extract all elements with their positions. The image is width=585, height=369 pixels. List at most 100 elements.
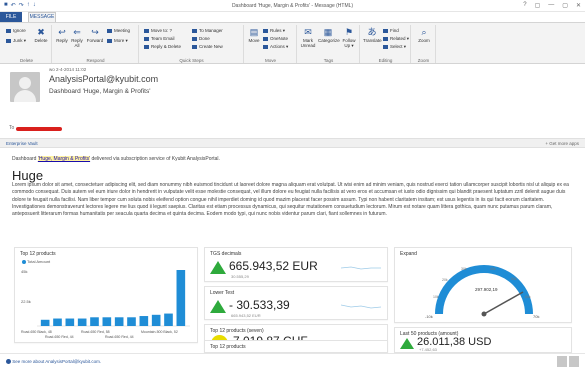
lower-test-value: - 30.533,39 — [229, 298, 290, 312]
gauge-mark-10k: 10k — [433, 295, 439, 299]
redacted-recipient — [16, 127, 62, 131]
apps-bar: Enterprise Vault + Get more apps — [0, 138, 585, 148]
close-button[interactable]: ✕ — [576, 2, 581, 9]
message-subject: Dashboard 'Huge, Margin & Profits' — [49, 88, 151, 95]
up-triangle-icon — [210, 300, 226, 313]
chart-bar — [127, 317, 136, 326]
find-button[interactable]: Find — [383, 28, 399, 33]
forward-button[interactable]: ↪ Forward — [86, 27, 104, 43]
ribbon-tabs: FILE MESSAGE — [0, 12, 585, 22]
quick-step-team-email[interactable]: Team Email — [144, 36, 175, 41]
rules-button[interactable]: Rules ▾ — [263, 28, 285, 34]
related-button[interactable]: Related ▾ — [383, 36, 409, 42]
delete-icon: ✖ — [37, 27, 45, 37]
categorize-button[interactable]: ▦ Categorize — [318, 27, 340, 43]
see-more-link[interactable]: See more about AnalysisPortal@kyubit.com… — [6, 359, 101, 365]
quick-step-reply-delete[interactable]: Reply & Delete — [144, 44, 181, 49]
y-tick-22-5k: 22.5k — [21, 299, 31, 304]
select-button[interactable]: Select ▾ — [383, 44, 406, 50]
x-label-3: Mountain-500 Black, 52 — [141, 330, 178, 334]
follow-up-button[interactable]: ⚑ Follow Up ▾ — [340, 27, 358, 48]
envelope-icon: ✉ — [304, 27, 312, 37]
up-triangle-icon — [400, 338, 414, 349]
reply-all-button[interactable]: ⇐ Reply All — [70, 27, 84, 48]
junk-button[interactable]: Junk ▾ — [6, 38, 26, 44]
gauge-mark-60k: 60k — [525, 295, 531, 299]
get-more-apps-link[interactable]: + Get more apps — [545, 141, 579, 146]
respond-group-label: Respond — [86, 58, 105, 63]
magnifier-icon: ⌕ — [421, 27, 427, 37]
quick-step-done[interactable]: Done — [192, 36, 210, 41]
top12-chart-card: Top 12 products Total Amount 45k 22.5k R… — [14, 247, 198, 343]
gauge-needle — [483, 291, 524, 315]
delete-button[interactable]: ✖ Delete — [34, 27, 48, 43]
last50-card: Last 50 products (amount) 26.011,38 USD … — [394, 327, 572, 353]
maximize-button[interactable]: ▢ — [562, 2, 568, 9]
tags-group-label: Tags — [323, 58, 334, 63]
more-button[interactable]: More ▾ — [107, 38, 128, 44]
last50-subvalue: +7.452,63 — [419, 347, 437, 352]
onenote-button[interactable]: OneNote — [263, 36, 288, 41]
up-triangle-icon — [210, 261, 226, 274]
dashboard-link[interactable]: 'Huge, Margin & Profits' — [37, 156, 91, 162]
enterprise-vault-link[interactable]: Enterprise Vault — [6, 141, 38, 146]
quick-step-create-new[interactable]: Create New — [192, 44, 223, 49]
zoom-button[interactable]: ⌕ Zoom — [417, 27, 431, 43]
reply-button[interactable]: ↩ Reply — [55, 27, 69, 43]
sender-address[interactable]: AnalysisPortal@kyubit.com — [49, 74, 158, 84]
meeting-button[interactable]: Meeting — [107, 28, 130, 33]
delete-group: Ignore Junk ▾ ✖ Delete Delete — [2, 25, 52, 63]
chart-bar — [65, 318, 75, 326]
people-pane-bar: See more about AnalysisPortal@kyubit.com… — [0, 353, 585, 369]
description-paragraph: Lorem ipsum dolor sit amet, consectetuer… — [12, 182, 569, 218]
title-bar: ■ ↶ ↷ ↑ ↓ Dashboard 'Huge, Margin & Prof… — [0, 0, 585, 12]
gauge-mark-40k: 40k — [490, 267, 496, 271]
minimize-button[interactable]: — — [548, 2, 554, 9]
gauge: 297.902,19 -10k 70k 10k 20k 30k 40k 50k … — [425, 265, 539, 319]
x-label-1: Road-650 Black, 48 — [21, 330, 52, 334]
delete-group-label: Delete — [19, 58, 33, 63]
x-label-4: Road-650 Red, 44 — [45, 335, 74, 339]
person-picture-icon[interactable] — [569, 356, 579, 367]
tgs-value: 665.943,52 EUR — [229, 259, 318, 273]
ribbon: Ignore Junk ▾ ✖ Delete Delete ↩ Reply ⇐ Rep… — [0, 22, 585, 64]
window-title: Dashboard 'Huge, Margin & Profits' - Mes… — [231, 3, 354, 9]
quick-steps-group-label: Quick Steps — [179, 58, 204, 63]
person-picture-icon[interactable] — [557, 356, 567, 367]
window-controls: ? ▢ — ▢ ✕ — [523, 2, 581, 9]
reply-all-icon: ⇐ — [73, 27, 81, 37]
gauge-mark-30k: 30k — [461, 267, 467, 271]
chart-bar — [164, 313, 173, 326]
help-button[interactable]: ? — [523, 2, 526, 9]
tab-message[interactable]: MESSAGE — [28, 12, 56, 22]
categorize-icon: ▦ — [323, 27, 333, 37]
chart-bar — [90, 317, 99, 326]
info-icon — [6, 359, 11, 365]
quick-step-to-manager[interactable]: To Manager — [192, 28, 223, 33]
actions-button[interactable]: Actions ▾ — [263, 44, 288, 50]
chart-bar — [139, 316, 149, 326]
tgs-subvalue: 30.555,29 — [231, 274, 249, 279]
gauge-hub — [481, 311, 487, 317]
move-button[interactable]: ▤ Move — [247, 27, 261, 43]
move-group: ▤ Move Rules ▾ OneNote Actions ▾ Move — [245, 25, 297, 63]
mark-unread-button[interactable]: ✉ Mark Unread — [300, 27, 316, 48]
sender-avatar — [10, 72, 40, 102]
tab-file[interactable]: FILE — [0, 12, 22, 22]
quick-step-move-to[interactable]: Move to: ? — [144, 28, 172, 33]
reply-icon: ↩ — [58, 27, 66, 37]
tags-group: ✉ Mark Unread ▦ Categorize ⚑ Follow Up ▾ Ta… — [298, 25, 360, 63]
respond-group: ↩ Reply ⇐ Reply All ↪ Forward Meeting More … — [53, 25, 139, 63]
ignore-button[interactable]: Ignore — [6, 28, 26, 33]
dashboard-heading: Huge — [12, 168, 44, 183]
move-group-label: Move — [264, 58, 276, 63]
zoom-group: ⌕ Zoom Zoom — [412, 25, 436, 63]
ribbon-display-button[interactable]: ▢ — [535, 2, 541, 9]
tgs-decimals-card: TGS decimals 665.943,52 EUR 30.555,29 — [204, 247, 388, 282]
to-label: To — [9, 125, 15, 131]
chart-bar — [77, 318, 87, 326]
translate-button[interactable]: あ Translate — [363, 27, 382, 43]
intro-text: Dashboard 'Huge, Margin & Profits' deliv… — [12, 156, 220, 162]
gauge-min: -10k — [425, 314, 433, 319]
tgs-title: TGS decimals — [210, 251, 242, 257]
